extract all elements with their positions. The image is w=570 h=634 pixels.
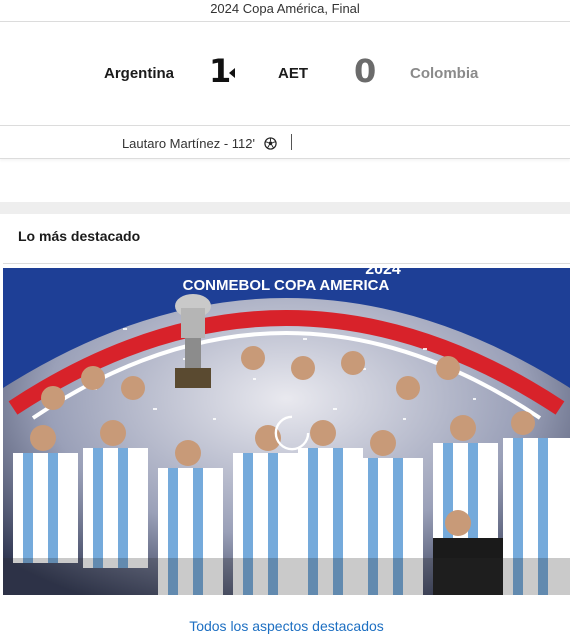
winner-arrow-icon — [229, 68, 235, 78]
goal-scorer: Lautaro Martínez - 112' — [121, 136, 255, 151]
divider — [291, 134, 292, 150]
banner-year: 2024 — [365, 268, 401, 278]
goal-scorers-row: Lautaro Martínez - 112' — [0, 127, 570, 159]
section-separator — [0, 202, 570, 214]
highlights-title: Lo más destacado — [18, 228, 141, 244]
away-score: 0 — [354, 52, 377, 90]
play-icon[interactable] — [273, 414, 311, 452]
match-header-title: 2024 Copa América, Final — [0, 0, 570, 22]
away-team-name[interactable]: Colombia — [410, 65, 478, 82]
banner-text: CONMEBOL COPA AMERICA — [183, 277, 390, 294]
match-status: AET — [278, 65, 308, 82]
divider — [3, 263, 570, 264]
home-team-name[interactable]: Argentina — [104, 65, 174, 82]
soccer-ball-icon — [264, 137, 277, 150]
highlight-video-thumbnail[interactable]: CONMEBOL COPA AMERICA 2024 — [3, 268, 570, 595]
home-score: 1 — [209, 52, 232, 90]
all-highlights-link[interactable]: Todos los aspectos destacados — [3, 618, 570, 634]
scoreboard[interactable]: Argentina 1 AET 0 Colombia — [0, 22, 570, 126]
highlights-card: Lo más destacado CONMEBOL COPA AMERICA 2… — [3, 214, 570, 634]
